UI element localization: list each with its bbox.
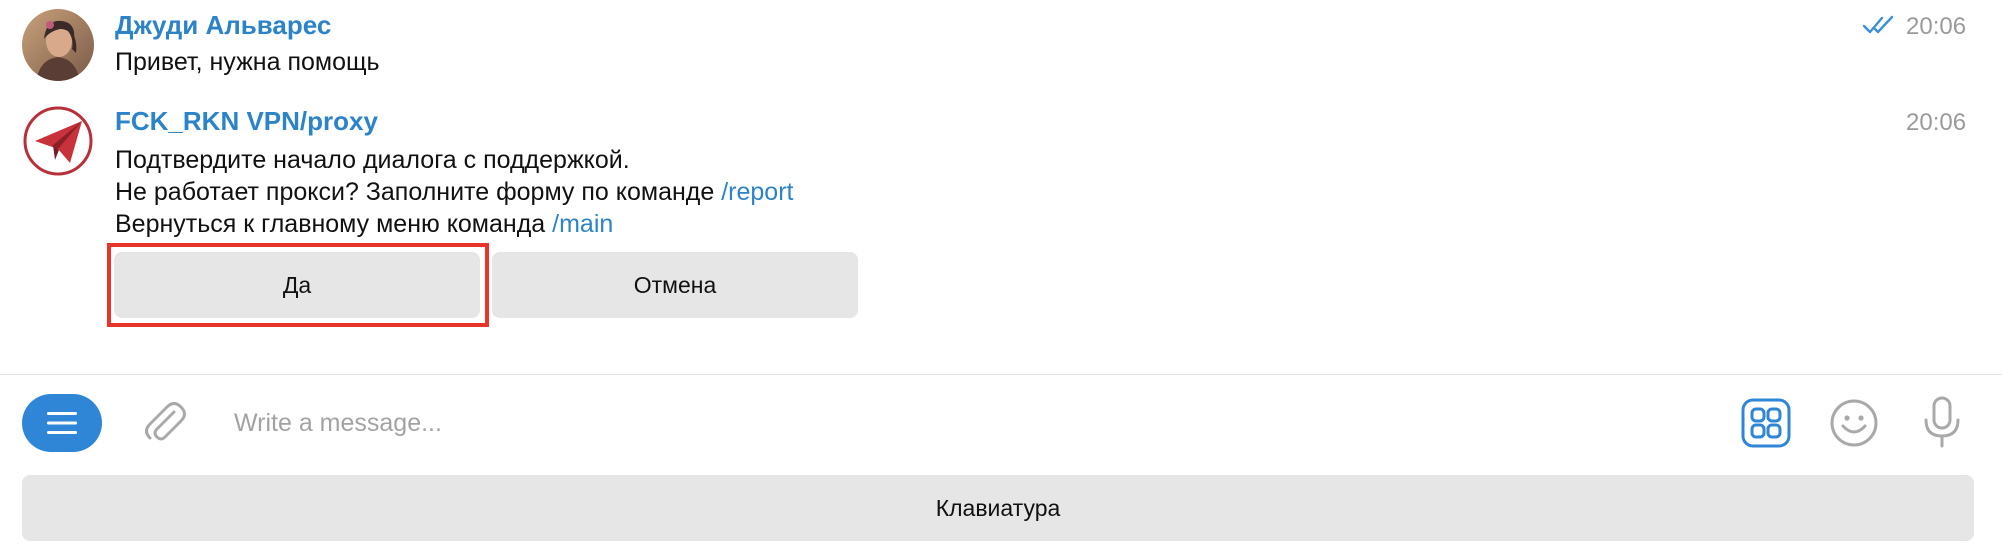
double-check-read-icon — [1862, 15, 1894, 34]
message-text-segment: Не работает прокси? Заполните форму по к… — [115, 178, 722, 206]
inline-button-cancel[interactable]: Отмена — [492, 252, 858, 318]
composer: Клавиатура — [0, 375, 2002, 550]
microphone-icon — [1924, 396, 1960, 448]
bot-keyboard-toggle[interactable] — [1738, 395, 1794, 451]
avatar-bot[interactable] — [22, 105, 94, 177]
reply-keyboard-button[interactable]: Клавиатура — [22, 475, 1974, 541]
message-list: Джуди Альварес Привет, нужна помощь 20:0… — [0, 0, 2002, 375]
message-time: 20:06 — [1906, 109, 1967, 136]
bot-keyboard-icon — [1741, 398, 1791, 448]
message-time: 20:06 — [1906, 13, 1967, 40]
message-text: Вернуться к главному меню команда /main — [115, 210, 613, 239]
voice-button[interactable] — [1914, 393, 1970, 453]
message-text: Подтвердите начало диалога с поддержкой. — [115, 146, 630, 175]
attach-button[interactable] — [136, 395, 192, 451]
emoji-icon — [1830, 399, 1878, 447]
message-text-segment: Вернуться к главному меню команда — [115, 210, 553, 238]
inline-button-yes[interactable]: Да — [114, 252, 480, 318]
message-text: Не работает прокси? Заполните форму по к… — [115, 178, 793, 207]
command-link-main[interactable]: /main — [552, 210, 613, 238]
bot-menu-button[interactable] — [22, 394, 102, 452]
sender-name[interactable]: FCK_RKN VPN/proxy — [115, 106, 378, 137]
message-text: Привет, нужна помощь — [115, 48, 380, 76]
message-input[interactable] — [220, 397, 1700, 449]
command-link-report[interactable]: /report — [721, 178, 793, 206]
menu-icon — [47, 412, 77, 434]
paperclip-icon — [145, 402, 186, 441]
emoji-button[interactable] — [1826, 395, 1882, 451]
avatar-user[interactable] — [22, 9, 94, 81]
sender-name[interactable]: Джуди Альварес — [115, 10, 331, 41]
message-text-segment: Подтвердите начало диалога с поддержкой. — [115, 146, 630, 174]
